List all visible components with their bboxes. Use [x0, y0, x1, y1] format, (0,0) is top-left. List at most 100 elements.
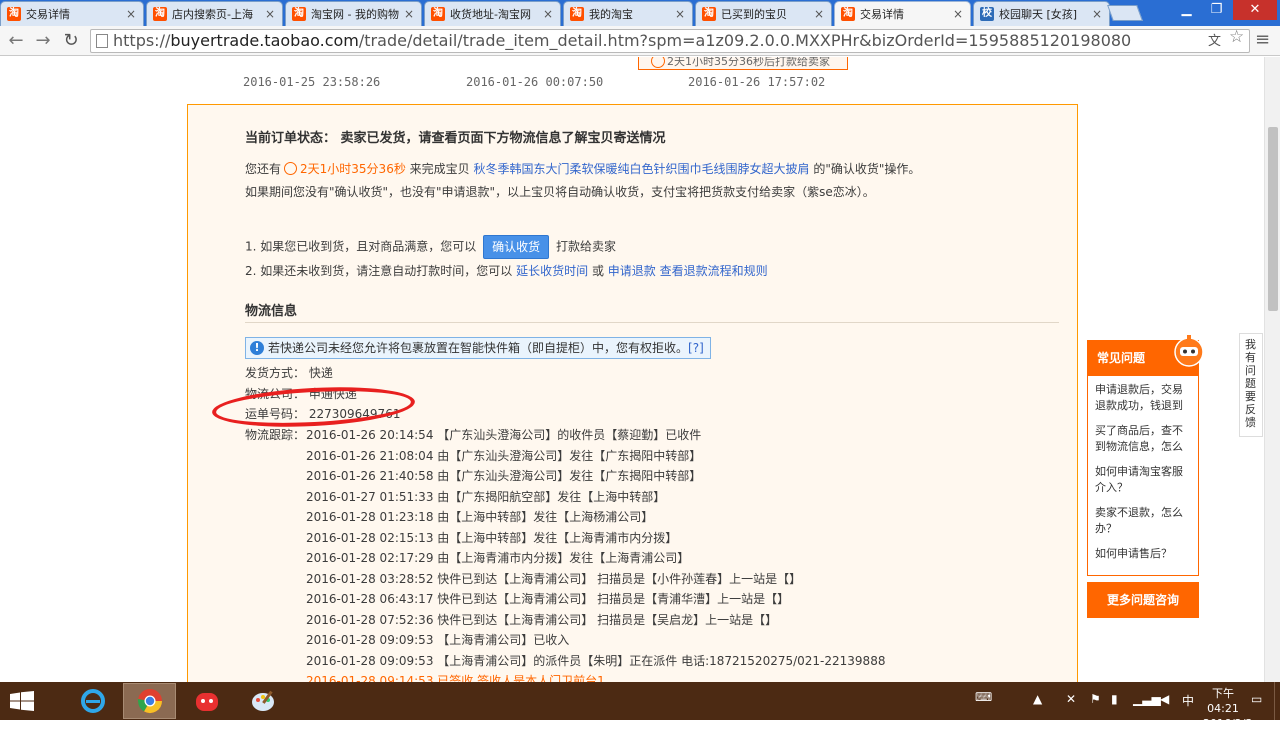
step2-prefix: 2. 如果还未收到货，请注意自动打款时间，您可以: [245, 264, 513, 278]
network-icon[interactable]: ▁▃▅: [1133, 692, 1161, 706]
ime-indicator[interactable]: 中: [1182, 692, 1194, 709]
tab-3[interactable]: 淘 收货地址-淘宝网 ×: [424, 1, 561, 26]
feedback-button[interactable]: 我有问题要反馈: [1239, 333, 1263, 437]
ship-method-label: 发货方式：: [245, 366, 306, 380]
power-icon[interactable]: ▮: [1111, 692, 1118, 706]
tab-6-active[interactable]: 淘 交易详情 ×: [834, 1, 971, 26]
forward-icon[interactable]: →: [32, 30, 54, 52]
keyboard-icon[interactable]: ⌨: [975, 690, 992, 704]
vertical-scrollbar[interactable]: [1264, 57, 1280, 682]
volume-icon[interactable]: ◀: [1160, 692, 1169, 706]
item-name-link[interactable]: 秋冬季韩国东大门柔软保暖纯白色针织围巾毛线围脖女超大披肩: [474, 162, 810, 176]
flag-icon[interactable]: ⚑: [1090, 692, 1101, 706]
refund-link[interactable]: 申请退款: [608, 264, 656, 278]
faq-item[interactable]: 卖家不退款，怎么办？: [1095, 505, 1192, 537]
trace-entry-latest: 2016-01-28 09:14:53 已签收,签收人是本人门卫前台1: [306, 674, 605, 682]
taobao-icon: 淘: [292, 7, 306, 21]
star-icon[interactable]: ☆: [1229, 27, 1244, 47]
more-questions-button[interactable]: 更多问题咨询: [1087, 582, 1199, 618]
new-tab-button[interactable]: [1107, 5, 1143, 21]
close-icon[interactable]: ×: [674, 7, 686, 21]
taobao-icon: 淘: [841, 7, 855, 21]
faq-item[interactable]: 买了商品后，查不到物流信息，怎么: [1095, 423, 1192, 455]
ie-taskbar-app[interactable]: [66, 683, 119, 719]
translate-icon[interactable]: 文: [1208, 30, 1221, 49]
scrollbar-thumb[interactable]: [1268, 127, 1278, 311]
remaining-time-line: 您还有 2天1小时35分36秒 来完成宝贝 秋冬季韩国东大门柔软保暖纯白色针织围巾…: [245, 160, 920, 177]
close-icon[interactable]: ×: [542, 7, 554, 21]
status-text: 卖家已发货，请查看页面下方物流信息了解宝贝寄送情况: [340, 131, 666, 146]
tray-arrow-icon[interactable]: ▲: [1033, 692, 1042, 706]
badge-text: 2天1小时35分36秒后打款给卖家: [667, 57, 830, 68]
url-text[interactable]: https://buyertrade.taobao.com/trade/deta…: [113, 31, 1131, 50]
close-icon[interactable]: ×: [403, 7, 415, 21]
refund-rules-link[interactable]: 查看退款流程和规则: [660, 264, 768, 278]
notice-help-link[interactable]: [?]: [688, 341, 704, 355]
aliwangwang-icon: [195, 693, 218, 711]
trace-entry: 2016-01-28 01:23:18 由【上海中转部】发往【上海杨浦公司】: [306, 510, 654, 524]
step1-suffix: 打款给卖家: [555, 239, 616, 254]
chat-icon: 校: [980, 7, 994, 21]
faq-item[interactable]: 如何申请淘宝客服介入？: [1095, 464, 1192, 496]
close-icon[interactable]: ×: [125, 7, 137, 21]
remain-suffix: 的"确认收货"操作。: [813, 162, 921, 176]
taobao-icon: 淘: [153, 7, 167, 21]
tab-title: 淘宝网 - 我的购物: [311, 8, 399, 21]
tray-app-icon[interactable]: ✕: [1066, 692, 1076, 706]
tab-7[interactable]: 校 校园聊天 [女孩] ×: [973, 1, 1110, 26]
logistics-title: 物流信息: [245, 304, 298, 319]
aliwangwang-taskbar-app[interactable]: [180, 683, 233, 719]
taobao-icon: 淘: [431, 7, 445, 21]
paint-taskbar-app[interactable]: [237, 683, 290, 719]
show-desktop-button[interactable]: [1274, 682, 1280, 720]
system-clock[interactable]: 下午 04:21 2016/2/3: [1203, 686, 1252, 731]
remain-prefix: 您还有: [245, 162, 282, 176]
paint-icon: [251, 690, 274, 711]
page-icon: [96, 34, 108, 48]
tab-5[interactable]: 淘 已买到的宝贝 ×: [695, 1, 832, 26]
back-icon[interactable]: ←: [5, 30, 27, 52]
close-icon[interactable]: ×: [952, 7, 964, 21]
minimize-icon[interactable]: ▁: [1173, 0, 1200, 20]
step1-prefix: 1. 如果您已收到货，且对商品满意，您可以: [245, 239, 477, 254]
windows-start-icon[interactable]: [10, 691, 34, 711]
trace-entry: 2016-01-28 09:09:53 【上海青浦公司】的派件员【朱明】正在派件…: [306, 654, 886, 668]
extend-receipt-link[interactable]: 延长收货时间: [516, 264, 588, 278]
tab-4[interactable]: 淘 我的淘宝 ×: [563, 1, 693, 26]
clock-time: 下午 04:21: [1207, 687, 1239, 715]
tab-1[interactable]: 淘 店内搜索页-上海 ×: [146, 1, 283, 26]
close-icon[interactable]: ×: [813, 7, 825, 21]
faq-item[interactable]: 如何申请售后？: [1095, 546, 1192, 562]
address-bar[interactable]: https://buyertrade.taobao.com/trade/deta…: [90, 29, 1250, 53]
divider: [245, 322, 1059, 323]
tab-title: 我的淘宝: [589, 8, 633, 21]
timeline-badge: 2天1小时35分36秒后打款给卖家: [638, 57, 848, 70]
trace-entry: 2016-01-26 20:14:54 【广东汕头澄海公司】的收件员【蔡迎勤】已…: [306, 428, 702, 442]
reload-icon[interactable]: ↻: [60, 30, 82, 52]
chrome-icon: [137, 689, 162, 714]
trace-entry: 2016-01-27 01:51:33 由【广东揭阳航空部】发往【上海中转部】: [306, 490, 666, 504]
step-2: 2. 如果还未收到货，请注意自动打款时间，您可以 延长收货时间 或 申请退款 查…: [245, 262, 768, 279]
maximize-icon[interactable]: ❐: [1203, 0, 1230, 20]
menu-icon[interactable]: ≡: [1255, 29, 1270, 50]
locker-notice: ! 若快递公司未经您允许将包裹放置在智能快件箱（即自提柜）中，您有权拒收。[?]: [245, 337, 711, 359]
notice-text: 若快递公司未经您允许将包裹放置在智能快件箱（即自提柜）中，您有权拒收。: [268, 341, 689, 355]
page-content: 2016-01-25 23:58:26 2016-01-26 00:07:50 …: [0, 57, 1264, 682]
tab-title: 交易详情: [860, 8, 904, 21]
faq-item[interactable]: 申请退款后，交易退款成功，钱退到: [1095, 382, 1192, 414]
chrome-taskbar-app[interactable]: [123, 683, 176, 719]
tab-0[interactable]: 淘 交易详情 ×: [0, 1, 144, 26]
faq-title: 常见问题: [1097, 351, 1146, 365]
remain-mid: 来完成宝贝: [409, 162, 470, 176]
confirm-receipt-button[interactable]: 确认收货: [483, 235, 550, 259]
close-window-icon[interactable]: ✕: [1233, 0, 1277, 20]
ship-method-row: 发货方式： 快递: [245, 364, 333, 381]
url-scheme: https://: [113, 31, 171, 50]
notification-icon[interactable]: ▭: [1251, 692, 1262, 706]
trace-entry: 2016-01-28 06:43:17 快件已到达【上海青浦公司】 扫描员是【青…: [306, 592, 790, 606]
info-icon: !: [250, 341, 264, 355]
close-icon[interactable]: ×: [264, 7, 276, 21]
close-icon[interactable]: ×: [1091, 7, 1103, 21]
tab-2[interactable]: 淘 淘宝网 - 我的购物 ×: [285, 1, 422, 26]
timeline-time: 2016-01-26 17:57:02: [688, 75, 826, 89]
